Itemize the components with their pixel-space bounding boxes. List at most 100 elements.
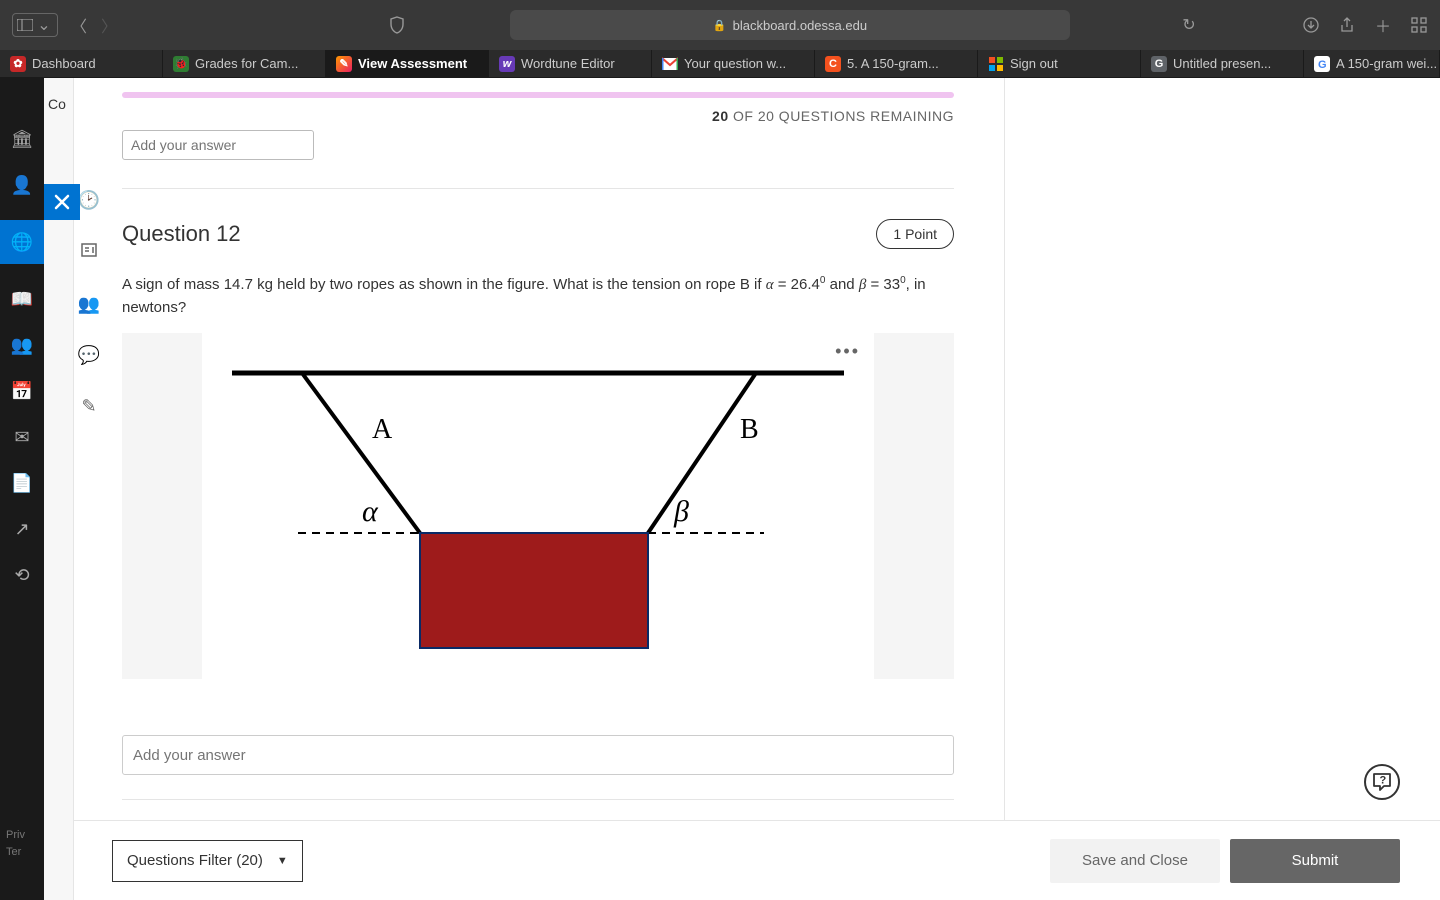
question-divider <box>122 188 954 189</box>
figure-main: ••• <box>202 333 874 679</box>
favicon-grades-icon: 🐞 <box>173 56 189 72</box>
qtext-mid: and <box>825 276 858 293</box>
figure-label-b: B <box>740 414 759 445</box>
figure-left-pad <box>122 333 202 679</box>
tab-grades[interactable]: 🐞 Grades for Cam... <box>163 50 326 77</box>
tab-signout[interactable]: Sign out <box>978 50 1141 77</box>
chrome-left-controls: ⌄ 〈 〉 <box>12 13 118 37</box>
alpha-symbol: α <box>766 277 774 293</box>
course-label-truncated: Co <box>48 96 66 112</box>
qtext-pre: A sign of mass 14.7 kg held by two ropes… <box>122 276 766 293</box>
points-badge: 1 Point <box>876 219 954 249</box>
footer-links-truncated: Priv Ter <box>6 827 25 862</box>
save-label: Save and Close <box>1082 852 1188 869</box>
favicon-slides-icon: G <box>1151 56 1167 72</box>
figure-wrap: ••• <box>122 333 954 679</box>
favicon-google-icon: G <box>1314 56 1330 72</box>
people-icon[interactable]: 👥 <box>78 294 100 315</box>
tabs-overview-icon[interactable] <box>1410 16 1428 34</box>
tab-strip: ✿ Dashboard 🐞 Grades for Cam... ✎ View A… <box>0 50 1440 78</box>
tab-view-assessment[interactable]: ✎ View Assessment <box>326 50 489 77</box>
groups-icon[interactable]: 👥 <box>11 334 33 356</box>
sidebar-toggle[interactable]: ⌄ <box>12 13 58 37</box>
help-button[interactable]: ? <box>1364 764 1400 800</box>
submit-label: Submit <box>1292 852 1339 869</box>
close-icon <box>53 193 71 211</box>
new-tab-icon[interactable]: ＋ <box>1374 16 1392 34</box>
figure-alpha: α <box>362 495 379 528</box>
previous-answer-input[interactable] <box>122 130 314 160</box>
tab-label: 5. A 150-gram... <box>847 56 939 71</box>
qtext-eq2: = 33 <box>866 276 900 293</box>
downloads-icon[interactable] <box>1302 16 1320 34</box>
messages-icon[interactable]: ✉ <box>11 426 33 448</box>
tab-google[interactable]: G A 150-gram wei... <box>1304 50 1440 77</box>
nav-back-icon[interactable]: 〈 <box>70 16 88 34</box>
favicon-gmail-icon <box>662 56 678 72</box>
figure-canvas: A B α β <box>202 333 874 679</box>
remaining-count: 20 <box>712 108 729 124</box>
chevron-down-icon: ▼ <box>277 855 288 867</box>
questions-filter-button[interactable]: Questions Filter (20) ▼ <box>112 840 303 882</box>
tab-gmail[interactable]: Your question w... <box>652 50 815 77</box>
tab-label: Grades for Cam... <box>195 56 298 71</box>
courses-icon[interactable]: 📖 <box>11 288 33 310</box>
footer-privacy: Priv <box>6 827 25 845</box>
details-icon[interactable] <box>80 241 98 264</box>
svg-text:?: ? <box>1380 775 1387 787</box>
progress-wrap <box>122 78 954 98</box>
tab-label: A 150-gram wei... <box>1336 56 1437 71</box>
favicon-chegg-icon: C <box>825 56 841 72</box>
profile-icon[interactable]: 👤 <box>11 174 33 196</box>
nav-forward-icon[interactable]: 〉 <box>100 16 118 34</box>
answer-input[interactable] <box>122 735 954 775</box>
submit-button[interactable]: Submit <box>1230 839 1400 883</box>
tab-label: Sign out <box>1010 56 1058 71</box>
figure-beta: β <box>673 495 689 528</box>
tab-label: Your question w... <box>684 56 786 71</box>
institution-icon[interactable]: 🏛 <box>11 128 33 150</box>
footer-terms: Ter <box>6 844 25 862</box>
answer-field-wrap <box>122 735 954 775</box>
edit-icon[interactable]: ✎ <box>81 396 96 417</box>
save-close-button[interactable]: Save and Close <box>1050 839 1220 883</box>
physics-diagram: A B α β <box>202 333 874 679</box>
tab-label: Untitled presen... <box>1173 56 1271 71</box>
activity-icon[interactable]: 🌐 <box>0 220 44 264</box>
favicon-microsoft-icon <box>988 56 1004 72</box>
shield-icon[interactable] <box>388 16 406 34</box>
tab-dashboard[interactable]: ✿ Dashboard <box>0 50 163 77</box>
favicon-wordtune-icon: w <box>499 56 515 72</box>
assessment-bottom-bar: Questions Filter (20) ▼ Save and Close S… <box>74 820 1440 900</box>
grades-icon[interactable]: 📄 <box>11 472 33 494</box>
signout-icon[interactable]: ⟲ <box>11 564 33 586</box>
favicon-assessment-icon: ✎ <box>336 56 352 72</box>
blackboard-nav-rail: 🏛 👤 🌐 📖 👥 📅 ✉ 📄 ↗ ⟲ <box>0 78 44 900</box>
tools-icon[interactable]: ↗ <box>11 518 33 540</box>
lock-icon: 🔒 <box>713 19 727 32</box>
chrome-right-controls: ＋ <box>1302 16 1428 34</box>
chevron-down-icon: ⌄ <box>35 16 53 34</box>
help-icon: ? <box>1370 770 1394 794</box>
url-text: blackboard.odessa.edu <box>733 18 867 33</box>
tab-label: Wordtune Editor <box>521 56 615 71</box>
tab-wordtune[interactable]: w Wordtune Editor <box>489 50 652 77</box>
clock-icon[interactable]: 🕑 <box>78 190 100 211</box>
tab-chegg[interactable]: C 5. A 150-gram... <box>815 50 978 77</box>
calendar-icon[interactable]: 📅 <box>11 380 33 402</box>
reload-icon[interactable]: ↻ <box>1180 16 1198 34</box>
question-header: Question 12 1 Point <box>122 219 954 249</box>
chat-icon[interactable]: 💬 <box>78 345 100 366</box>
share-icon[interactable] <box>1338 16 1356 34</box>
browser-top-chrome: ⌄ 〈 〉 🔒 blackboard.odessa.edu ↻ ＋ <box>0 0 1440 50</box>
close-assessment-button[interactable] <box>44 184 80 220</box>
url-bar[interactable]: 🔒 blackboard.odessa.edu <box>510 10 1070 40</box>
figure-label-a: A <box>372 414 393 445</box>
assessment-content: 20 OF 20 QUESTIONS REMAINING Question 12… <box>104 78 1004 900</box>
qtext-eq1: = 26.4 <box>774 276 820 293</box>
remaining-suffix: OF 20 QUESTIONS REMAINING <box>729 108 954 124</box>
tab-slides[interactable]: G Untitled presen... <box>1141 50 1304 77</box>
figure-right-pad <box>874 333 954 679</box>
question-text: A sign of mass 14.7 kg held by two ropes… <box>122 273 954 319</box>
app-shell: 🏛 👤 🌐 📖 👥 📅 ✉ 📄 ↗ ⟲ Co 🕑 👥 💬 ✎ <box>0 78 1440 900</box>
